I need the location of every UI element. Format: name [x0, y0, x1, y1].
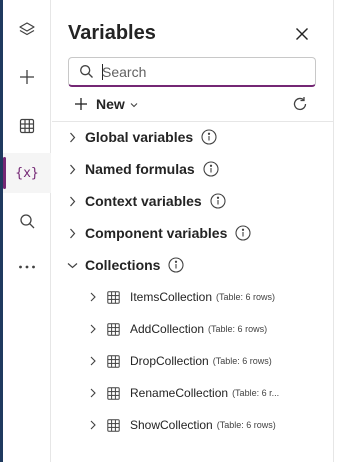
chevron-right-icon	[66, 228, 78, 239]
info-icon[interactable]	[201, 129, 217, 145]
close-icon	[296, 28, 308, 40]
refresh-icon	[293, 97, 307, 111]
rail-item-data[interactable]	[3, 106, 51, 146]
refresh-button[interactable]	[290, 94, 310, 114]
group-named-formulas[interactable]: Named formulas	[66, 157, 219, 181]
variables-icon: {x}	[15, 165, 39, 181]
group-label: Global variables	[85, 129, 194, 145]
collection-meta: (Table: 6 r...	[232, 388, 280, 398]
plus-icon	[75, 98, 87, 110]
rail-item-tree-view[interactable]	[3, 10, 51, 50]
rail-item-insert[interactable]	[3, 57, 51, 97]
collection-meta: (Table: 6 rows)	[212, 356, 272, 366]
group-collections[interactable]: Collections	[66, 253, 185, 277]
info-icon[interactable]	[168, 257, 185, 273]
chevron-right-icon[interactable]	[88, 356, 98, 366]
table-icon	[107, 418, 120, 432]
chevron-right-icon[interactable]	[88, 388, 98, 398]
chevron-right-icon	[66, 196, 78, 207]
layers-icon	[19, 22, 35, 36]
search-input[interactable]	[102, 63, 302, 80]
collection-name: DropCollection	[130, 354, 209, 368]
group-component-variables[interactable]: Component variables	[66, 221, 251, 245]
chevron-right-icon[interactable]	[88, 292, 98, 302]
info-icon[interactable]	[235, 225, 251, 241]
group-context-variables[interactable]: Context variables	[66, 189, 226, 213]
group-label: Collections	[85, 257, 161, 273]
info-icon[interactable]	[203, 161, 219, 177]
table-icon	[107, 354, 120, 368]
plus-icon	[20, 70, 34, 84]
chevron-down-icon	[130, 102, 138, 107]
new-button[interactable]: New	[74, 94, 138, 114]
panel-title: Variables	[68, 22, 156, 44]
table-icon	[107, 386, 120, 400]
chevron-right-icon[interactable]	[88, 324, 98, 334]
collection-name: RenameCollection	[130, 386, 229, 400]
group-label: Component variables	[85, 225, 228, 241]
collection-meta: (Table: 6 rows)	[216, 420, 276, 430]
collection-meta: (Table: 6 rows)	[208, 324, 268, 334]
rail-item-search[interactable]	[3, 201, 51, 241]
info-icon[interactable]	[210, 193, 226, 209]
collection-name: AddCollection	[130, 322, 205, 336]
search-box[interactable]	[68, 57, 316, 87]
table-icon	[19, 118, 35, 134]
new-button-label: New	[96, 96, 125, 112]
table-icon	[107, 322, 120, 336]
close-button[interactable]	[290, 22, 314, 46]
collection-name: ItemsCollection	[130, 290, 213, 304]
collection-item[interactable]: AddCollection (Table: 6 rows)	[88, 318, 267, 340]
group-label: Named formulas	[85, 161, 195, 177]
rail-item-variables[interactable]: {x}	[3, 153, 51, 193]
right-gutter	[333, 0, 347, 462]
more-icon	[19, 265, 35, 269]
collection-meta: (Table: 6 rows)	[216, 292, 276, 302]
chevron-right-icon[interactable]	[88, 420, 98, 430]
left-rail: {x}	[3, 0, 51, 462]
group-global-variables[interactable]: Global variables	[66, 125, 217, 149]
table-icon	[107, 290, 120, 304]
rail-item-more[interactable]	[3, 247, 51, 287]
search-icon	[80, 65, 93, 78]
collection-name: ShowCollection	[130, 418, 213, 432]
collection-item[interactable]: ItemsCollection (Table: 6 rows)	[88, 286, 275, 308]
variables-panel: Variables New Global variables	[52, 0, 333, 462]
chevron-down-icon	[66, 262, 78, 269]
collection-item[interactable]: ShowCollection (Table: 6 rows)	[88, 414, 276, 436]
group-label: Context variables	[85, 193, 202, 209]
search-icon	[19, 213, 34, 228]
collection-item[interactable]: RenameCollection (Table: 6 r...	[88, 382, 279, 404]
toolbar-divider	[52, 121, 333, 122]
chevron-right-icon	[66, 132, 78, 143]
chevron-right-icon	[66, 164, 78, 175]
collection-item[interactable]: DropCollection (Table: 6 rows)	[88, 350, 272, 372]
